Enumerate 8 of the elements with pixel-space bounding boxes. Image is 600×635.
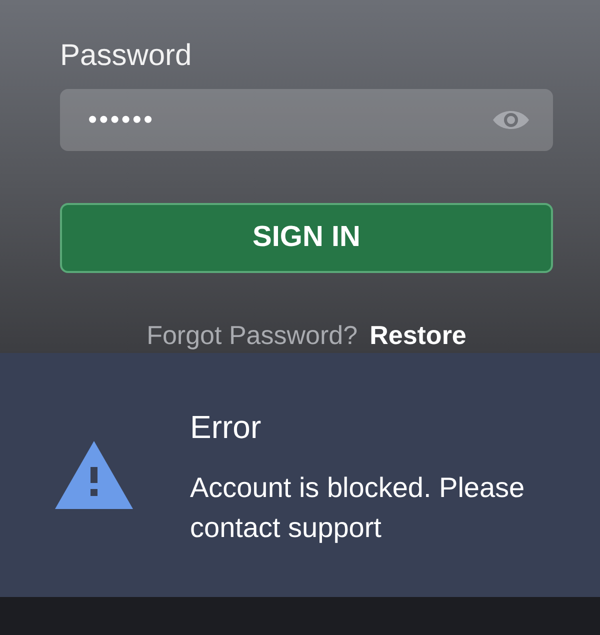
sign-in-button[interactable]: SIGN IN <box>60 202 553 273</box>
restore-link[interactable]: Restore <box>370 317 466 353</box>
error-title: Error <box>190 408 262 446</box>
forgot-password-text: Forgot Password? <box>146 319 358 352</box>
error-message: Account is blocked. Please contact support <box>190 471 526 545</box>
password-field[interactable]: •••••• <box>60 89 553 151</box>
warning-icon <box>55 441 133 509</box>
password-label: Password <box>60 38 193 74</box>
